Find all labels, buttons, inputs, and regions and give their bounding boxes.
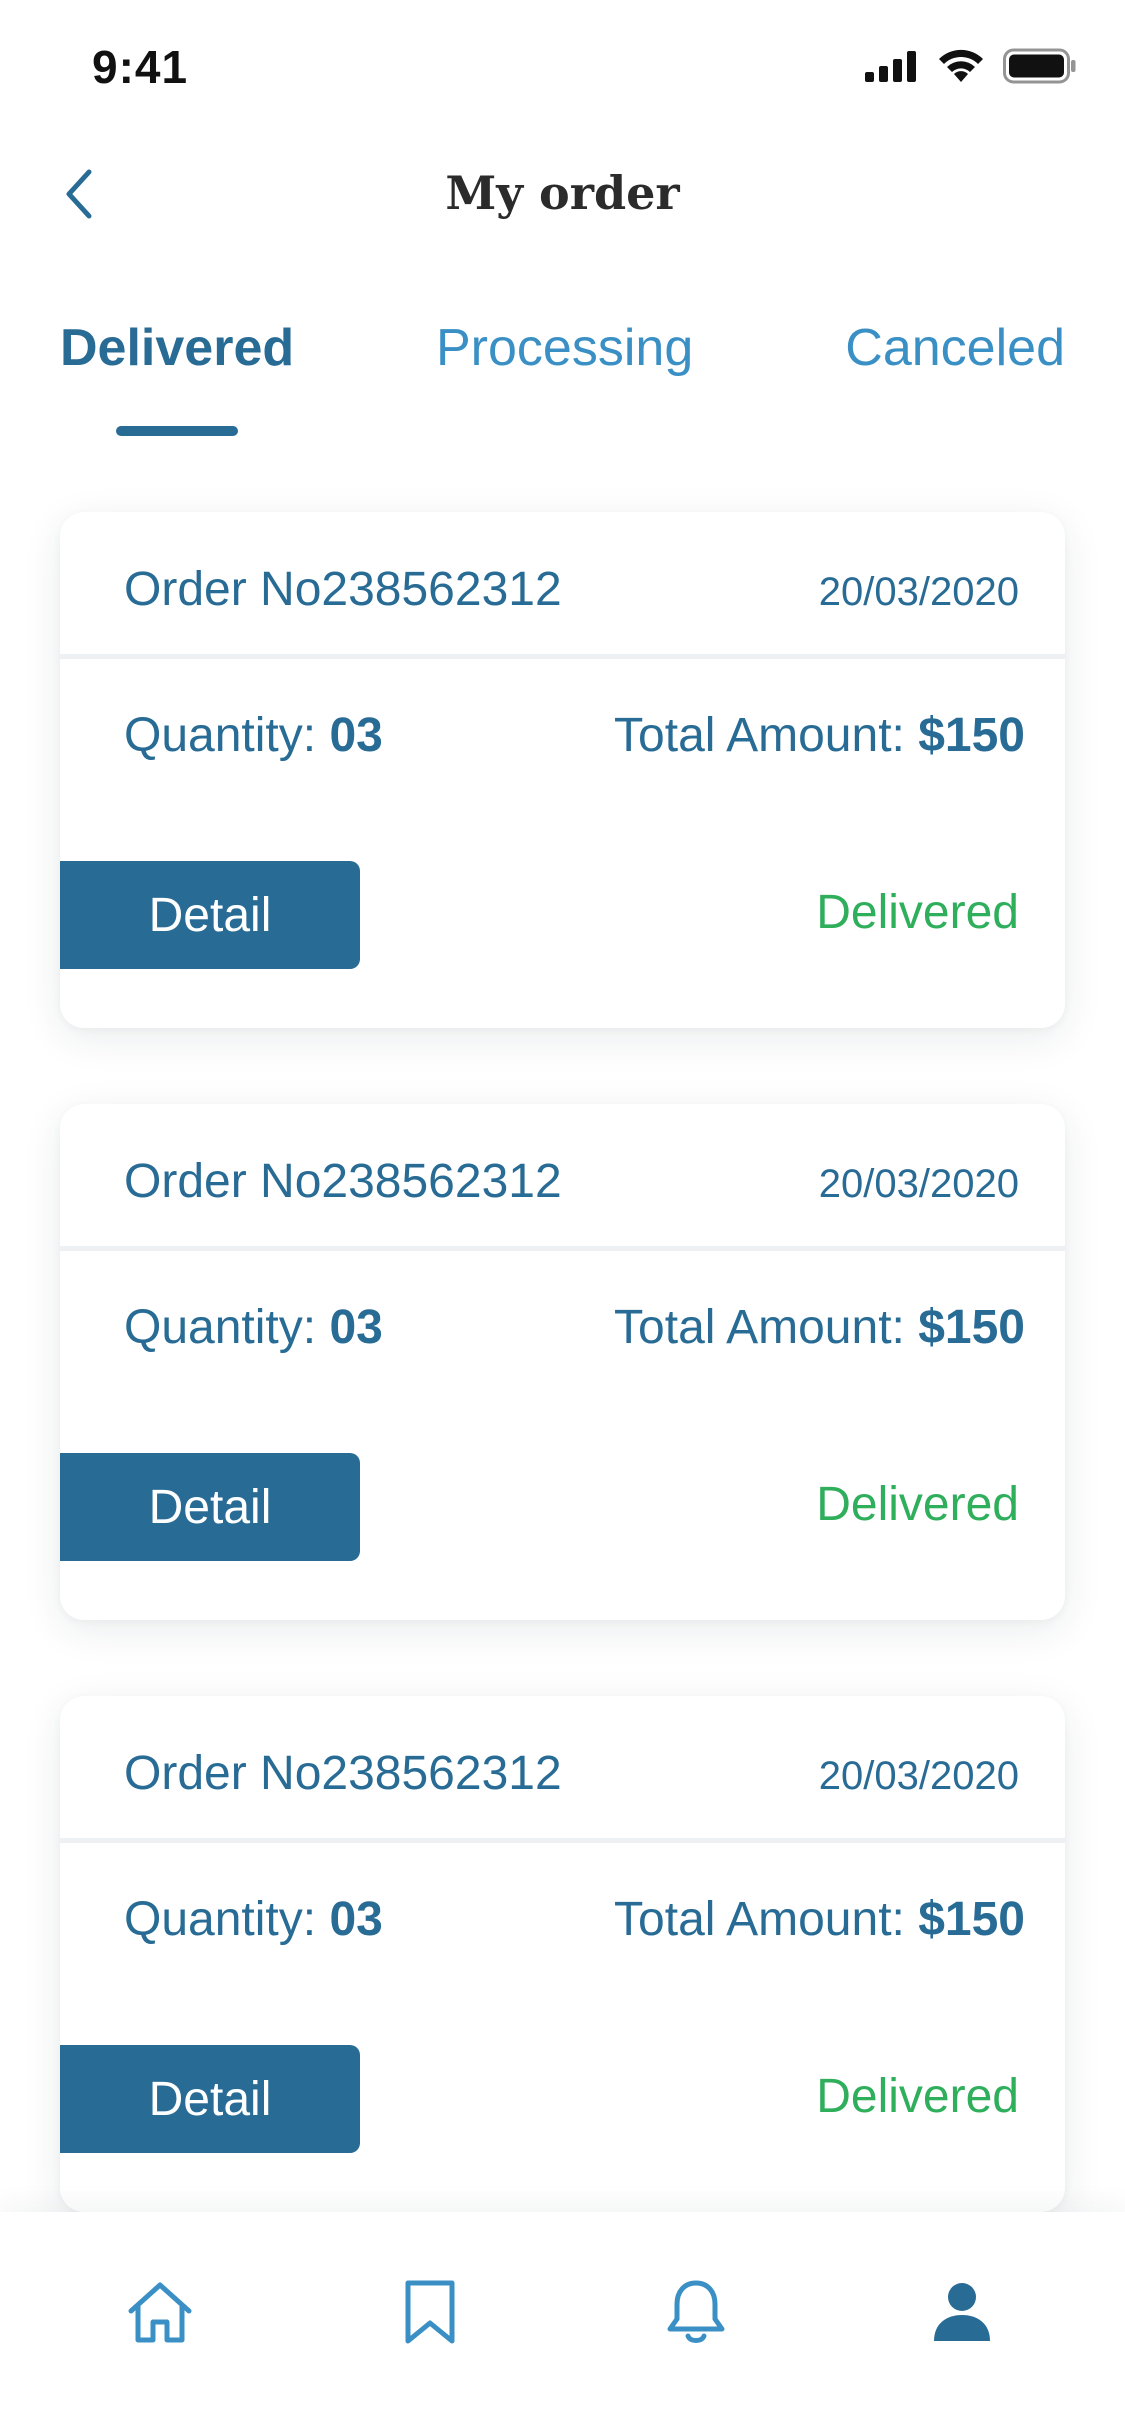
order-number: Order No238562312 — [124, 1747, 562, 1800]
order-number: Order No238562312 — [124, 1155, 562, 1208]
order-date: 20/03/2020 — [818, 1162, 1019, 1206]
order-card-header: Order No238562312 20/03/2020 — [60, 512, 1065, 659]
home-icon — [125, 2279, 195, 2350]
bottom-navigation — [0, 2212, 1125, 2436]
tab-canceled[interactable]: Canceled — [845, 318, 1065, 378]
detail-button[interactable]: Detail — [60, 1453, 360, 1561]
status-bar: 9:41 — [0, 0, 1125, 132]
total-label: Total Amount: — [614, 1893, 905, 1946]
total-label: Total Amount: — [614, 1301, 905, 1354]
status-icons — [865, 48, 1077, 89]
order-card: Order No238562312 20/03/2020 Quantity: 0… — [60, 1696, 1065, 2212]
total-value: $150 — [918, 709, 1025, 762]
order-card: Order No238562312 20/03/2020 Quantity: 0… — [60, 1104, 1065, 1620]
quantity-value: 03 — [329, 709, 383, 762]
bookmark-icon — [402, 2279, 458, 2350]
total-value: $150 — [918, 1893, 1025, 1946]
order-status: Delivered — [816, 1478, 1019, 1531]
cellular-signal-icon — [865, 50, 919, 87]
wifi-icon — [937, 49, 985, 88]
order-status: Delivered — [816, 886, 1019, 939]
total-value: $150 — [918, 1301, 1025, 1354]
quantity-label: Quantity: — [124, 1301, 317, 1354]
battery-icon — [1003, 48, 1077, 89]
nav-profile-button[interactable] — [920, 2272, 1004, 2356]
order-quantity: Quantity: 03 — [124, 708, 383, 763]
order-quantity: Quantity: 03 — [124, 1892, 383, 1947]
order-card-header: Order No238562312 20/03/2020 — [60, 1696, 1065, 1843]
order-date: 20/03/2020 — [818, 1754, 1019, 1798]
order-total: Total Amount: $150 — [614, 708, 1025, 763]
quantity-label: Quantity: — [124, 709, 317, 762]
detail-button[interactable]: Detail — [60, 2045, 360, 2153]
order-total: Total Amount: $150 — [614, 1300, 1025, 1355]
order-date: 20/03/2020 — [818, 570, 1019, 614]
nav-notifications-button[interactable] — [654, 2272, 738, 2356]
profile-icon — [932, 2281, 992, 2348]
nav-home-button[interactable] — [118, 2272, 202, 2356]
status-time: 9:41 — [92, 41, 189, 93]
order-number: Order No238562312 — [124, 563, 562, 616]
order-quantity: Quantity: 03 — [124, 1300, 383, 1355]
total-label: Total Amount: — [614, 709, 905, 762]
order-tabs: Delivered Processing Canceled — [60, 318, 1065, 448]
tab-delivered[interactable]: Delivered — [60, 318, 294, 378]
order-card: Order No238562312 20/03/2020 Quantity: 0… — [60, 512, 1065, 1028]
order-status: Delivered — [816, 2070, 1019, 2123]
detail-button[interactable]: Detail — [60, 861, 360, 969]
bell-icon — [665, 2277, 727, 2352]
quantity-value: 03 — [329, 1301, 383, 1354]
active-tab-indicator — [116, 426, 238, 436]
quantity-label: Quantity: — [124, 1893, 317, 1946]
nav-bookmark-button[interactable] — [388, 2272, 472, 2356]
quantity-value: 03 — [329, 1893, 383, 1946]
page-title: My order — [445, 166, 680, 220]
tab-processing[interactable]: Processing — [436, 318, 693, 378]
order-total: Total Amount: $150 — [614, 1892, 1025, 1947]
order-card-header: Order No238562312 20/03/2020 — [60, 1104, 1065, 1251]
header: My order — [0, 140, 1125, 260]
